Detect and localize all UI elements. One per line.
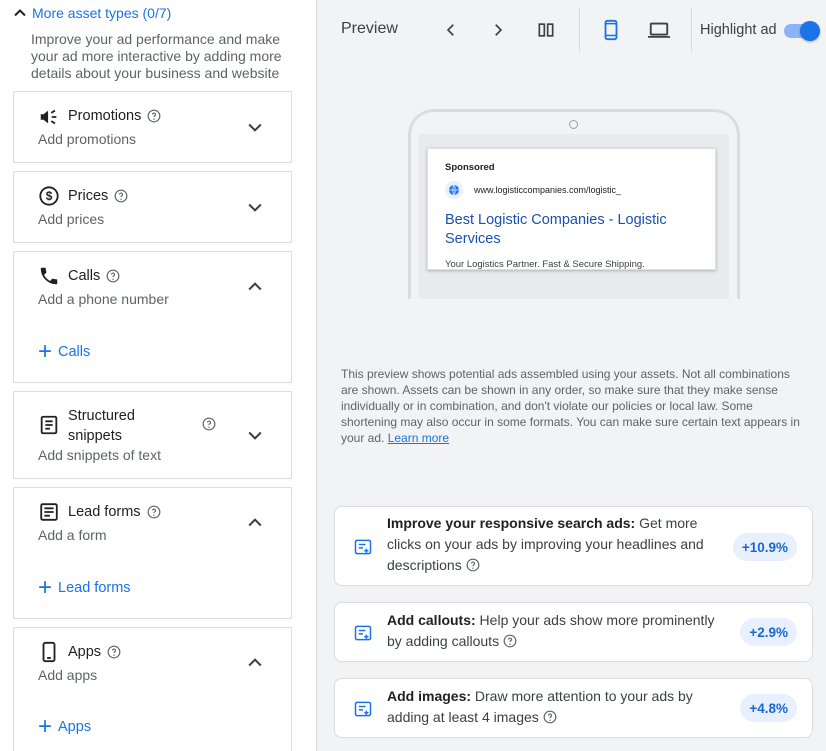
recommendation-text: Improve your responsive search ads: Get …	[387, 515, 704, 573]
add-lead-forms-button[interactable]: + Lead forms	[38, 574, 131, 601]
toolbar-divider	[691, 8, 692, 52]
lead-forms-title: Lead forms	[68, 504, 161, 520]
help-icon[interactable]	[147, 505, 161, 519]
structured-snippets-title: Structured snippets	[68, 408, 135, 444]
highlight-ad-label: Highlight ad	[700, 22, 777, 38]
help-icon[interactable]	[147, 109, 161, 123]
ad-edit-icon	[353, 699, 373, 719]
help-icon[interactable]	[543, 710, 557, 724]
learn-more-link[interactable]: Learn more	[388, 431, 449, 445]
desktop-view-button[interactable]	[646, 17, 672, 43]
structured-snippets-subtitle: Add snippets of text	[38, 447, 161, 463]
asset-types-intro: Improve your ad performance and make you…	[31, 31, 282, 81]
lead-forms-subtitle: Add a form	[38, 527, 107, 543]
ad-display-url: www.logisticcompanies.com/logistic_	[474, 185, 622, 195]
help-icon[interactable]	[114, 189, 128, 203]
uplift-badge[interactable]: +10.9%	[732, 533, 797, 561]
svg-text:$: $	[46, 189, 53, 203]
preview-title: Preview	[341, 20, 398, 37]
calls-title: Calls	[68, 268, 120, 284]
form-icon	[38, 501, 60, 523]
chevron-up-icon[interactable]	[245, 653, 265, 673]
calls-card[interactable]: Calls Add a phone number + Calls	[13, 251, 292, 383]
toolbar-divider	[579, 8, 580, 52]
recommendation-card[interactable]: Add images: Draw more attention to your …	[334, 678, 813, 738]
uplift-badge[interactable]: +2.9%	[740, 618, 797, 646]
previous-button[interactable]	[438, 17, 464, 43]
asset-panel: More asset types (0/7) Improve your ad p…	[0, 0, 316, 751]
phone-icon	[38, 265, 60, 287]
ad-preview: Sponsored www.logisticcompanies.com/logi…	[427, 148, 716, 270]
lead-forms-card[interactable]: Lead forms Add a form + Lead forms	[13, 487, 292, 619]
plus-icon: +	[38, 338, 53, 365]
chevron-up-icon[interactable]	[245, 513, 265, 533]
phone-mockup: Sponsored www.logisticcompanies.com/logi…	[408, 109, 740, 299]
phone-screen: Sponsored www.logisticcompanies.com/logi…	[419, 134, 729, 299]
recommendation-card[interactable]: Improve your responsive search ads: Get …	[334, 506, 813, 586]
ad-description: Your Logistics Partner. Fast & Secure Sh…	[445, 259, 645, 270]
calls-subtitle: Add a phone number	[38, 291, 169, 307]
promotions-card[interactable]: Promotions Add promotions	[13, 91, 292, 163]
help-icon[interactable]	[107, 645, 121, 659]
plus-icon: +	[38, 713, 53, 740]
uplift-badge[interactable]: +4.8%	[740, 694, 797, 722]
ad-edit-icon	[353, 623, 373, 643]
promotions-title: Promotions	[68, 108, 161, 124]
preview-disclaimer: This preview shows potential ads assembl…	[341, 367, 800, 445]
prices-subtitle: Add prices	[38, 211, 105, 227]
recommendation-card[interactable]: Add callouts: Help your ads show more pr…	[334, 602, 813, 662]
document-icon	[38, 414, 60, 436]
promotions-subtitle: Add promotions	[38, 131, 137, 147]
help-icon[interactable]	[202, 417, 216, 431]
preview-panel: Preview Highlight ad Sponsored www.logis…	[316, 0, 826, 751]
more-asset-types-label: More asset types (0/7)	[32, 5, 172, 21]
prices-title: Prices	[68, 188, 128, 204]
chevron-left-icon	[446, 24, 454, 36]
smartphone-icon	[38, 641, 60, 663]
recommendation-text: Add images: Draw more attention to your …	[387, 688, 693, 725]
apps-title: Apps	[68, 644, 121, 660]
add-apps-button[interactable]: + Apps	[38, 713, 91, 740]
prices-card[interactable]: $ Prices Add prices	[13, 171, 292, 243]
megaphone-icon	[38, 106, 60, 128]
add-calls-button[interactable]: + Calls	[38, 338, 90, 365]
chevron-down-icon[interactable]	[245, 117, 265, 137]
apps-card[interactable]: Apps Add apps + Apps	[13, 627, 292, 751]
ad-headline[interactable]: Best Logistic Companies - Logistic Servi…	[445, 211, 705, 249]
plus-icon: +	[38, 574, 53, 601]
columns-icon	[538, 23, 554, 37]
view-all-button[interactable]	[533, 17, 559, 43]
recommendation-text: Add callouts: Help your ads show more pr…	[387, 612, 715, 649]
chevron-down-icon[interactable]	[245, 197, 265, 217]
toggle-knob	[800, 21, 820, 41]
laptop-icon	[648, 22, 670, 38]
next-button[interactable]	[485, 17, 511, 43]
chevron-right-icon	[495, 24, 503, 36]
camera-icon	[569, 120, 578, 129]
help-icon[interactable]	[503, 634, 517, 648]
mobile-view-button[interactable]	[598, 17, 624, 43]
smartphone-icon	[604, 19, 618, 41]
ad-edit-icon	[353, 537, 373, 557]
structured-snippets-card[interactable]: Structured snippets Add snippets of text	[13, 391, 292, 479]
help-icon[interactable]	[106, 269, 120, 283]
ad-sponsored-label: Sponsored	[445, 162, 495, 173]
more-asset-types-toggle[interactable]: More asset types (0/7)	[10, 3, 171, 23]
help-icon[interactable]	[466, 558, 480, 572]
apps-subtitle: Add apps	[38, 667, 98, 683]
globe-icon	[445, 181, 463, 199]
dollar-icon: $	[38, 185, 60, 207]
chevron-down-icon[interactable]	[245, 425, 265, 445]
highlight-ad-toggle[interactable]	[784, 21, 820, 41]
chevron-up-icon[interactable]	[245, 277, 265, 297]
chevron-up-icon	[14, 9, 26, 17]
